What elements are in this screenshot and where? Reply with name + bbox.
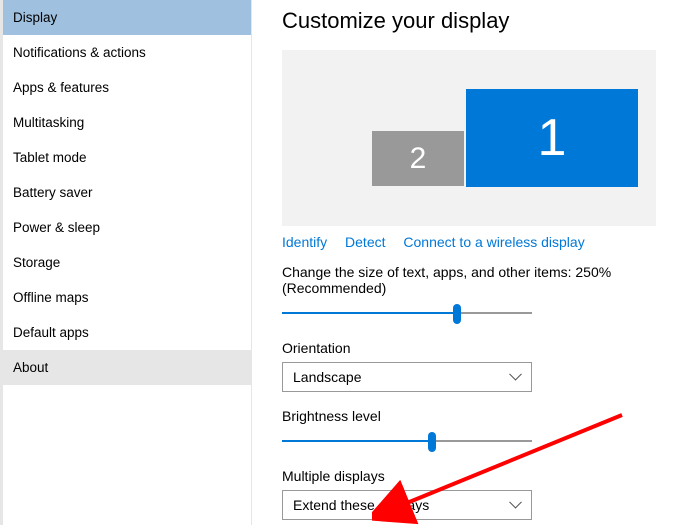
multiple-displays-select[interactable]: Extend these displays [282, 490, 532, 520]
display-links: Identify Detect Connect to a wireless di… [282, 234, 656, 250]
brightness-slider[interactable] [282, 430, 532, 452]
sidebar-item-storage[interactable]: Storage [3, 245, 251, 280]
connect-wireless-link[interactable]: Connect to a wireless display [403, 234, 584, 250]
orientation-label: Orientation [282, 340, 656, 356]
page-title: Customize your display [282, 8, 656, 34]
orientation-select[interactable]: Landscape [282, 362, 532, 392]
sidebar-item-notifications[interactable]: Notifications & actions [3, 35, 251, 70]
multiple-displays-value: Extend these displays [293, 497, 429, 513]
sidebar-item-battery-saver[interactable]: Battery saver [3, 175, 251, 210]
monitor-1[interactable]: 1 [466, 89, 638, 187]
scale-slider[interactable] [282, 302, 532, 324]
display-arrangement-preview[interactable]: 2 1 [282, 50, 656, 226]
chevron-down-icon [511, 374, 521, 380]
sidebar-item-default-apps[interactable]: Default apps [3, 315, 251, 350]
sidebar-item-display[interactable]: Display [3, 0, 251, 35]
detect-link[interactable]: Detect [345, 234, 385, 250]
chevron-down-icon [511, 502, 521, 508]
brightness-label: Brightness level [282, 408, 656, 424]
multiple-displays-label: Multiple displays [282, 468, 656, 484]
sidebar-item-multitasking[interactable]: Multitasking [3, 105, 251, 140]
orientation-value: Landscape [293, 369, 362, 385]
sidebar-item-offline-maps[interactable]: Offline maps [3, 280, 251, 315]
sidebar-item-apps-features[interactable]: Apps & features [3, 70, 251, 105]
sidebar-item-power-sleep[interactable]: Power & sleep [3, 210, 251, 245]
settings-sidebar: Display Notifications & actions Apps & f… [0, 0, 252, 525]
sidebar-item-tablet-mode[interactable]: Tablet mode [3, 140, 251, 175]
sidebar-item-about[interactable]: About [3, 350, 251, 385]
scale-label: Change the size of text, apps, and other… [282, 264, 656, 296]
main-content: Customize your display 2 1 Identify Dete… [252, 0, 674, 525]
identify-link[interactable]: Identify [282, 234, 327, 250]
monitor-2[interactable]: 2 [372, 131, 464, 186]
